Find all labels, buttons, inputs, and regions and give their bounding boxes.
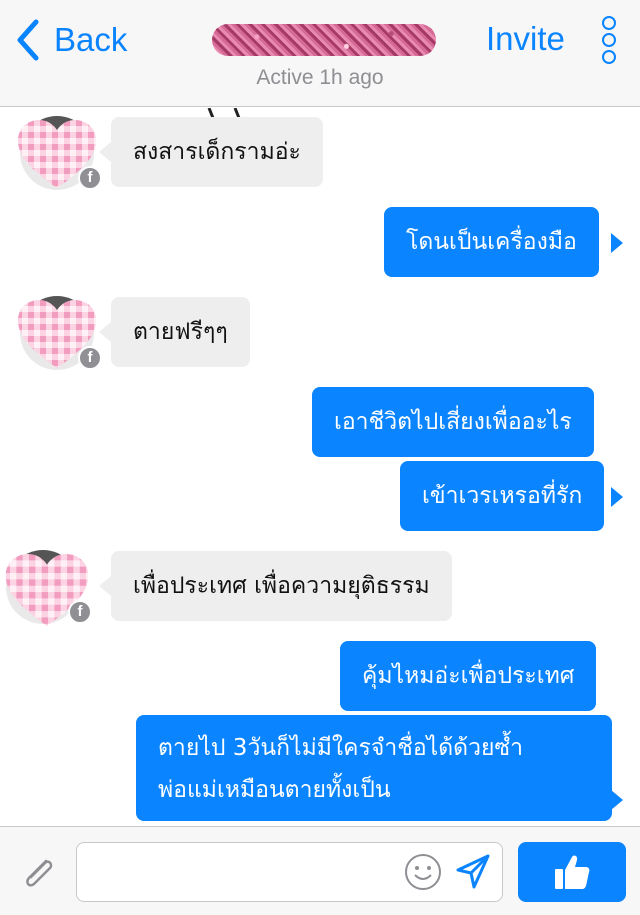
facebook-icon: f [68,600,92,624]
incoming-message[interactable]: เพื่อประเทศ เพื่อความยุติธรรม [111,551,452,621]
like-button[interactable] [518,842,626,902]
active-status: Active 1h ago [256,66,384,89]
message-list[interactable]: f สงสารเด็กรามอ่ะ โดนเป็นเครื่องมือ f ตา… [0,108,640,826]
back-button[interactable]: Back [14,18,127,62]
contact-name[interactable] [212,24,436,56]
send-arrow-icon[interactable] [454,853,492,891]
facebook-icon: f [78,166,102,190]
chevron-left-icon [14,18,42,62]
bubble-tail [611,487,623,507]
message-line: พ่อแม่เหมือนตายทั้งเป็น [158,777,391,803]
outgoing-message[interactable]: เข้าเวรเหรอที่รัก [400,461,605,531]
incoming-message[interactable]: ตายฟรีๆๆ [111,297,250,367]
outgoing-message[interactable]: เอาชีวิตไปเสี่ยงเพื่ออะไร [312,387,594,457]
contact-avatar[interactable]: f [18,116,102,190]
bubble-tail [611,233,623,253]
incoming-message[interactable]: สงสารเด็กรามอ่ะ [111,117,323,187]
paperclip-icon[interactable] [16,851,60,895]
invite-button[interactable]: Invite [486,20,565,58]
thumbs-up-icon [555,855,590,889]
conversation-header: Back Active 1h ago Invite [0,0,640,107]
vertical-dots-icon[interactable] [596,14,622,66]
bubble-tail [99,322,111,342]
outgoing-message[interactable]: คุ้มไหมอ่ะเพื่อประเทศ [340,641,597,711]
bubble-tail [99,142,111,162]
contact-avatar[interactable]: f [5,550,92,626]
outgoing-message[interactable]: ตายไป 3วันก็ไม่มีใครจำชื่อได้ด้วยซ้ำ พ่อ… [136,715,612,821]
facebook-icon: f [78,346,102,370]
back-label: Back [54,21,128,58]
message-composer [0,826,640,915]
bubble-tail [611,790,623,810]
message-line: ตายไป 3วันก็ไม่มีใครจำชื่อได้ด้วยซ้ำ [158,735,524,761]
outgoing-message[interactable]: โดนเป็นเครื่องมือ [384,207,599,277]
smiley-icon[interactable] [404,853,442,891]
contact-avatar[interactable]: f [18,296,102,370]
bubble-tail [99,576,111,596]
